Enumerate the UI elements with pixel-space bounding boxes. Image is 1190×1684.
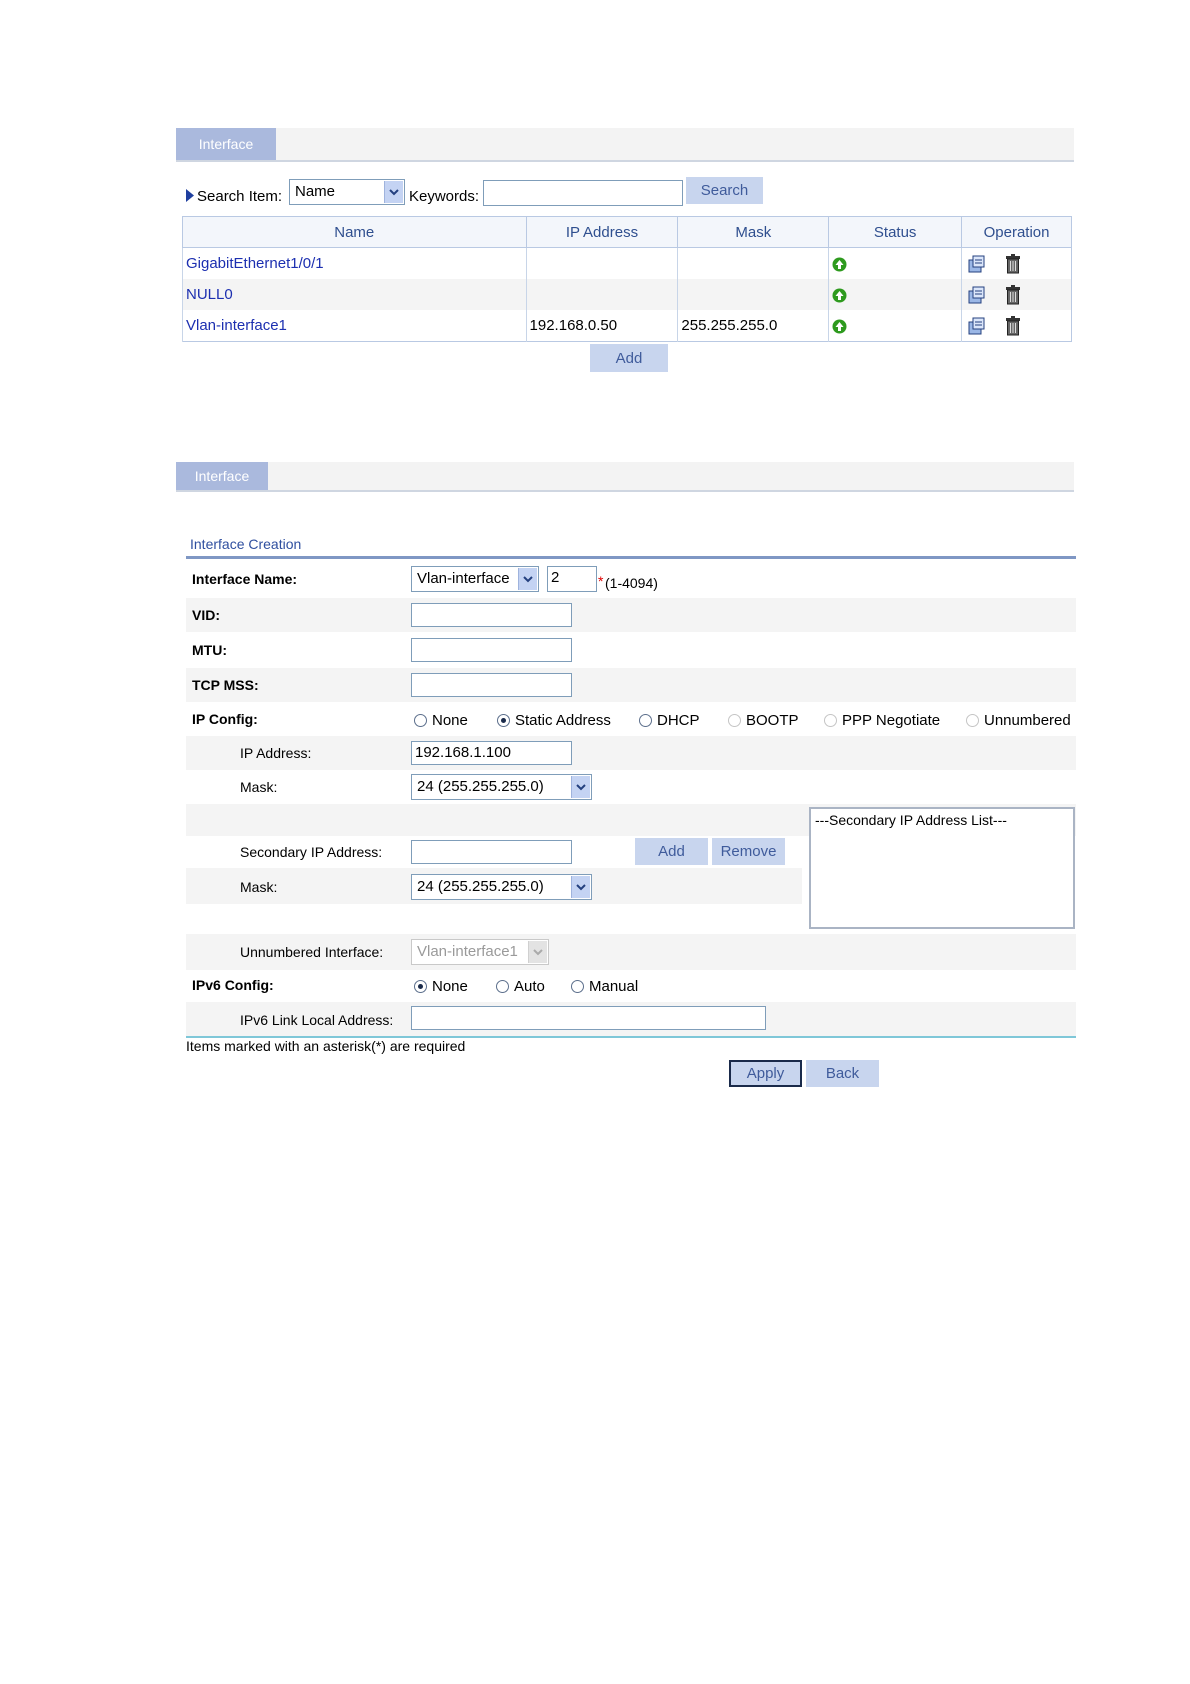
ipv6-auto-radio[interactable]: Auto	[496, 978, 545, 995]
ip-cell	[525, 279, 678, 310]
ip-config-static-radio[interactable]: Static Address	[497, 712, 611, 729]
mask-cell: 255.255.255.0	[677, 310, 829, 342]
search-item-value: Name	[295, 183, 336, 200]
ip-config-dhcp-radio[interactable]: DHCP	[639, 712, 700, 729]
interface-number-input[interactable]: 2	[547, 566, 597, 592]
status-up-icon	[832, 319, 847, 334]
ip-cell	[525, 247, 678, 279]
vid-input[interactable]	[411, 603, 572, 627]
search-item-label: Search Item:	[197, 188, 283, 205]
required-mark: *	[598, 573, 604, 589]
interface-table: Name IP Address Mask Status Operation Gi…	[182, 216, 1072, 342]
ip-config-label: IP Config:	[192, 711, 258, 727]
section-divider	[186, 556, 1076, 559]
delete-icon[interactable]	[1005, 253, 1021, 274]
interface-name-label: Interface Name:	[192, 571, 298, 587]
ip-config-ppp-radio[interactable]: PPP Negotiate	[824, 712, 940, 729]
ipv6-config-label: IPv6 Config:	[192, 977, 274, 993]
edit-icon[interactable]	[967, 285, 987, 305]
mask-label: Mask:	[240, 779, 278, 795]
search-button[interactable]: Search	[686, 177, 763, 204]
tab-interface-creation[interactable]: Interface	[176, 462, 268, 490]
column-header-ip-address[interactable]: IP Address	[525, 216, 679, 248]
chevron-down-icon	[571, 876, 590, 898]
row-bg	[186, 668, 1076, 702]
column-header-operation: Operation	[961, 216, 1072, 248]
search-item-select[interactable]: Name	[289, 179, 405, 205]
column-header-status: Status	[828, 216, 963, 248]
interface-link[interactable]: Vlan-interface1	[186, 317, 287, 334]
ip-config-none-radio[interactable]: None	[414, 712, 468, 729]
table-row: NULL0	[182, 279, 1072, 310]
apply-button[interactable]: Apply	[729, 1060, 802, 1087]
secondary-remove-button[interactable]: Remove	[712, 838, 785, 865]
secondary-mask-value: 24 (255.255.255.0)	[417, 878, 544, 895]
table-row: GigabitEthernet1/0/1	[182, 247, 1072, 279]
ipv6-manual-radio[interactable]: Manual	[571, 978, 638, 995]
table-row: Vlan-interface1 192.168.0.50 255.255.255…	[182, 310, 1072, 342]
status-up-icon	[832, 288, 847, 303]
unnumbered-interface-label: Unnumbered Interface:	[240, 944, 384, 960]
tcp-mss-input[interactable]	[411, 673, 572, 697]
section-title: Interface Creation	[190, 536, 302, 552]
delete-icon[interactable]	[1005, 284, 1021, 305]
ip-config-bootp-radio[interactable]: BOOTP	[728, 712, 799, 729]
tab-interface[interactable]: Interface	[176, 128, 276, 160]
form-tab-bar: Interface	[176, 462, 1074, 492]
mtu-input[interactable]	[411, 638, 572, 662]
chevron-down-icon	[528, 941, 547, 963]
delete-icon[interactable]	[1005, 315, 1021, 336]
ipv6-link-local-input[interactable]	[411, 1006, 766, 1030]
unnumbered-interface-value: Vlan-interface1	[417, 943, 518, 960]
secondary-add-button[interactable]: Add	[635, 838, 708, 865]
mask-select[interactable]: 24 (255.255.255.0)	[411, 774, 592, 800]
chevron-down-icon	[384, 181, 403, 203]
interface-type-select[interactable]: Vlan-interface	[411, 566, 539, 592]
mtu-label: MTU:	[192, 642, 227, 658]
arrow-right-icon	[186, 189, 194, 202]
edit-icon[interactable]	[967, 316, 987, 336]
number-range-hint: (1-4094)	[605, 575, 658, 591]
mask-cell	[677, 279, 829, 310]
interface-link[interactable]: GigabitEthernet1/0/1	[186, 255, 324, 272]
status-up-icon	[832, 257, 847, 272]
vid-label: VID:	[192, 607, 220, 623]
row-bg	[186, 736, 1076, 770]
list-tab-bar: Interface	[176, 128, 1074, 162]
secondary-ip-label: Secondary IP Address:	[240, 844, 383, 860]
column-header-name[interactable]: Name	[182, 216, 527, 248]
interface-link[interactable]: NULL0	[186, 286, 233, 303]
chevron-down-icon	[571, 776, 590, 798]
row-bg	[186, 598, 1076, 632]
back-button[interactable]: Back	[806, 1060, 879, 1087]
mask-value: 24 (255.255.255.0)	[417, 778, 544, 795]
column-header-mask[interactable]: Mask	[677, 216, 830, 248]
chevron-down-icon	[518, 568, 537, 590]
ipv6-link-local-label: IPv6 Link Local Address:	[240, 1012, 394, 1028]
edit-icon[interactable]	[967, 254, 987, 274]
tcp-mss-label: TCP MSS:	[192, 677, 259, 693]
add-interface-button[interactable]: Add	[590, 344, 668, 372]
interface-type-value: Vlan-interface	[417, 570, 510, 587]
ip-address-input[interactable]: 192.168.1.100	[411, 741, 572, 765]
keywords-label: Keywords:	[409, 188, 480, 205]
keywords-input[interactable]	[483, 180, 683, 206]
mask-cell	[677, 247, 829, 279]
ipv6-none-radio[interactable]: None	[414, 978, 468, 995]
unnumbered-interface-select[interactable]: Vlan-interface1	[411, 939, 549, 965]
secondary-ip-list[interactable]: ---Secondary IP Address List---	[809, 807, 1075, 929]
required-note: Items marked with an asterisk(*) are req…	[186, 1038, 466, 1054]
ip-config-unnumbered-radio[interactable]: Unnumbered	[966, 712, 1071, 729]
secondary-mask-label: Mask:	[240, 879, 278, 895]
ip-cell: 192.168.0.50	[525, 310, 678, 342]
ip-address-label: IP Address:	[240, 745, 312, 761]
secondary-ip-input[interactable]	[411, 840, 572, 864]
secondary-ip-list-header: ---Secondary IP Address List---	[815, 812, 1007, 828]
secondary-mask-select[interactable]: 24 (255.255.255.0)	[411, 874, 592, 900]
